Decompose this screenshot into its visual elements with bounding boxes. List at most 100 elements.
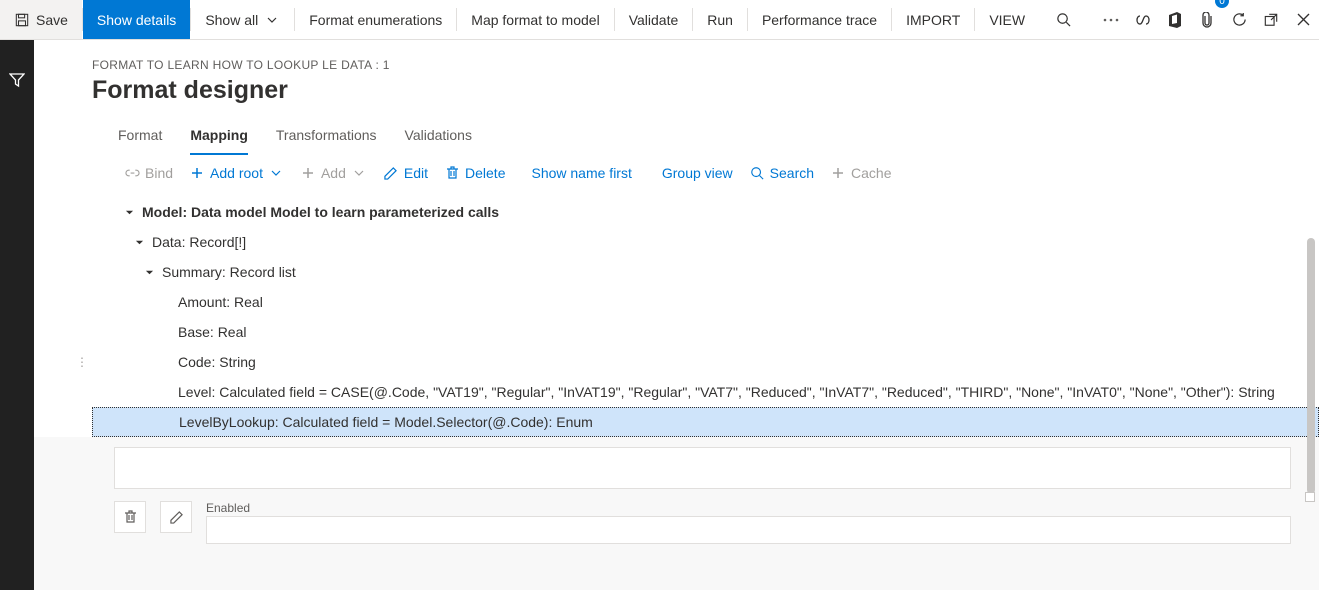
save-label: Save (36, 12, 68, 28)
tab-validations[interactable]: Validations (405, 121, 472, 155)
tree-node-levelbylookup[interactable]: LevelByLookup: Calculated field = Model.… (92, 407, 1319, 437)
tree-node-amount[interactable]: Amount: Real (92, 287, 1319, 317)
tab-transformations[interactable]: Transformations (276, 121, 377, 155)
more-button[interactable] (1095, 0, 1127, 39)
collapse-icon[interactable] (142, 265, 156, 279)
add-label: Add (321, 165, 346, 181)
map-format-button[interactable]: Map format to model (457, 0, 613, 39)
attachments-button[interactable]: 0 (1191, 0, 1223, 39)
popout-button[interactable] (1255, 0, 1287, 39)
run-label: Run (707, 12, 733, 28)
search-toolbar-button[interactable]: Search (749, 165, 814, 181)
node-label: Code: String (178, 354, 256, 370)
left-rail (0, 40, 34, 590)
chevron-down-icon (264, 12, 280, 28)
view-menu[interactable]: VIEW (975, 0, 1039, 39)
show-all-label: Show all (205, 12, 258, 28)
collapse-icon[interactable] (132, 235, 146, 249)
import-label: IMPORT (906, 12, 960, 28)
node-label: Model: Data model Model to learn paramet… (142, 204, 499, 220)
plus-icon (300, 165, 316, 181)
close-icon (1295, 12, 1311, 28)
edit-button[interactable]: Edit (383, 165, 428, 181)
node-label: Level: Calculated field = CASE(@.Code, "… (178, 384, 1275, 400)
show-details-button[interactable]: Show details (83, 0, 190, 39)
group-view-label: Group view (662, 165, 733, 181)
format-enum-label: Format enumerations (309, 12, 442, 28)
trash-icon (444, 165, 460, 181)
add-root-button[interactable]: Add root (189, 165, 284, 181)
devops-icon (1135, 12, 1151, 28)
show-name-first-button[interactable]: Show name first (531, 165, 631, 181)
delete-row-button[interactable] (114, 501, 146, 533)
pencil-icon (383, 165, 399, 181)
edit-row-button[interactable] (160, 501, 192, 533)
trash-icon (122, 509, 138, 525)
format-enumerations-button[interactable]: Format enumerations (295, 0, 456, 39)
scroll-corner (1305, 492, 1315, 502)
more-icon (1103, 12, 1119, 28)
search-button[interactable] (1047, 0, 1079, 39)
node-label: Base: Real (178, 324, 246, 340)
refresh-icon (1231, 12, 1247, 28)
drag-handle-icon[interactable]: ⋮ (76, 355, 92, 369)
node-label: Data: Record[!] (152, 234, 246, 250)
add-button[interactable]: Add (300, 165, 367, 181)
formula-bar[interactable] (114, 447, 1291, 489)
collapse-icon[interactable] (122, 205, 136, 219)
command-bar: Save Show details Show all Format enumer… (0, 0, 1319, 40)
refresh-button[interactable] (1223, 0, 1255, 39)
page-title: Format designer (92, 76, 1291, 105)
office-button[interactable] (1159, 0, 1191, 39)
paperclip-icon (1199, 12, 1215, 28)
import-menu[interactable]: IMPORT (892, 0, 974, 39)
show-all-button[interactable]: Show all (191, 0, 294, 39)
tree-node-code[interactable]: ⋮ Code: String (92, 347, 1319, 377)
plus-icon (189, 165, 205, 181)
node-label: Amount: Real (178, 294, 263, 310)
tabs: Format Mapping Transformations Validatio… (92, 121, 1291, 155)
perf-trace-label: Performance trace (762, 12, 877, 28)
validate-label: Validate (629, 12, 679, 28)
close-button[interactable] (1287, 0, 1319, 39)
delete-button[interactable]: Delete (444, 165, 505, 181)
tree-node-summary[interactable]: Summary: Record list (92, 257, 1319, 287)
chevron-down-icon (351, 165, 367, 181)
cache-button[interactable]: Cache (830, 165, 891, 181)
tab-mapping[interactable]: Mapping (190, 121, 248, 155)
devops-button[interactable] (1127, 0, 1159, 39)
data-tree: Model: Data model Model to learn paramet… (34, 197, 1319, 437)
popout-icon (1263, 12, 1279, 28)
tree-node-model[interactable]: Model: Data model Model to learn paramet… (92, 197, 1319, 227)
filter-icon[interactable] (9, 72, 25, 88)
office-icon (1167, 12, 1183, 28)
enabled-field[interactable] (206, 516, 1291, 544)
edit-label: Edit (404, 165, 428, 181)
delete-label: Delete (465, 165, 505, 181)
search-label: Search (770, 165, 814, 181)
show-details-label: Show details (97, 12, 176, 28)
tree-node-level[interactable]: Level: Calculated field = CASE(@.Code, "… (92, 377, 1319, 407)
breadcrumb[interactable]: FORMAT TO LEARN HOW TO LOOKUP LE DATA : … (92, 58, 1291, 72)
bind-label: Bind (145, 165, 173, 181)
node-label: Summary: Record list (162, 264, 296, 280)
group-view-button[interactable]: Group view (662, 165, 733, 181)
show-name-label: Show name first (531, 165, 631, 181)
tree-node-data[interactable]: Data: Record[!] (92, 227, 1319, 257)
save-button[interactable]: Save (0, 0, 82, 39)
performance-trace-button[interactable]: Performance trace (748, 0, 891, 39)
tree-node-base[interactable]: Base: Real (92, 317, 1319, 347)
view-label: VIEW (989, 12, 1025, 28)
content-area: FORMAT TO LEARN HOW TO LOOKUP LE DATA : … (34, 40, 1319, 590)
bottom-panel: Enabled (34, 437, 1319, 544)
add-root-label: Add root (210, 165, 263, 181)
map-format-label: Map format to model (471, 12, 599, 28)
search-icon (749, 165, 765, 181)
scrollbar-thumb[interactable] (1307, 238, 1315, 494)
bind-button[interactable]: Bind (124, 165, 173, 181)
cache-label: Cache (851, 165, 891, 181)
mapping-toolbar: Bind Add root Add (34, 155, 1319, 191)
validate-button[interactable]: Validate (615, 0, 693, 39)
tab-format[interactable]: Format (118, 121, 162, 155)
run-button[interactable]: Run (693, 0, 747, 39)
